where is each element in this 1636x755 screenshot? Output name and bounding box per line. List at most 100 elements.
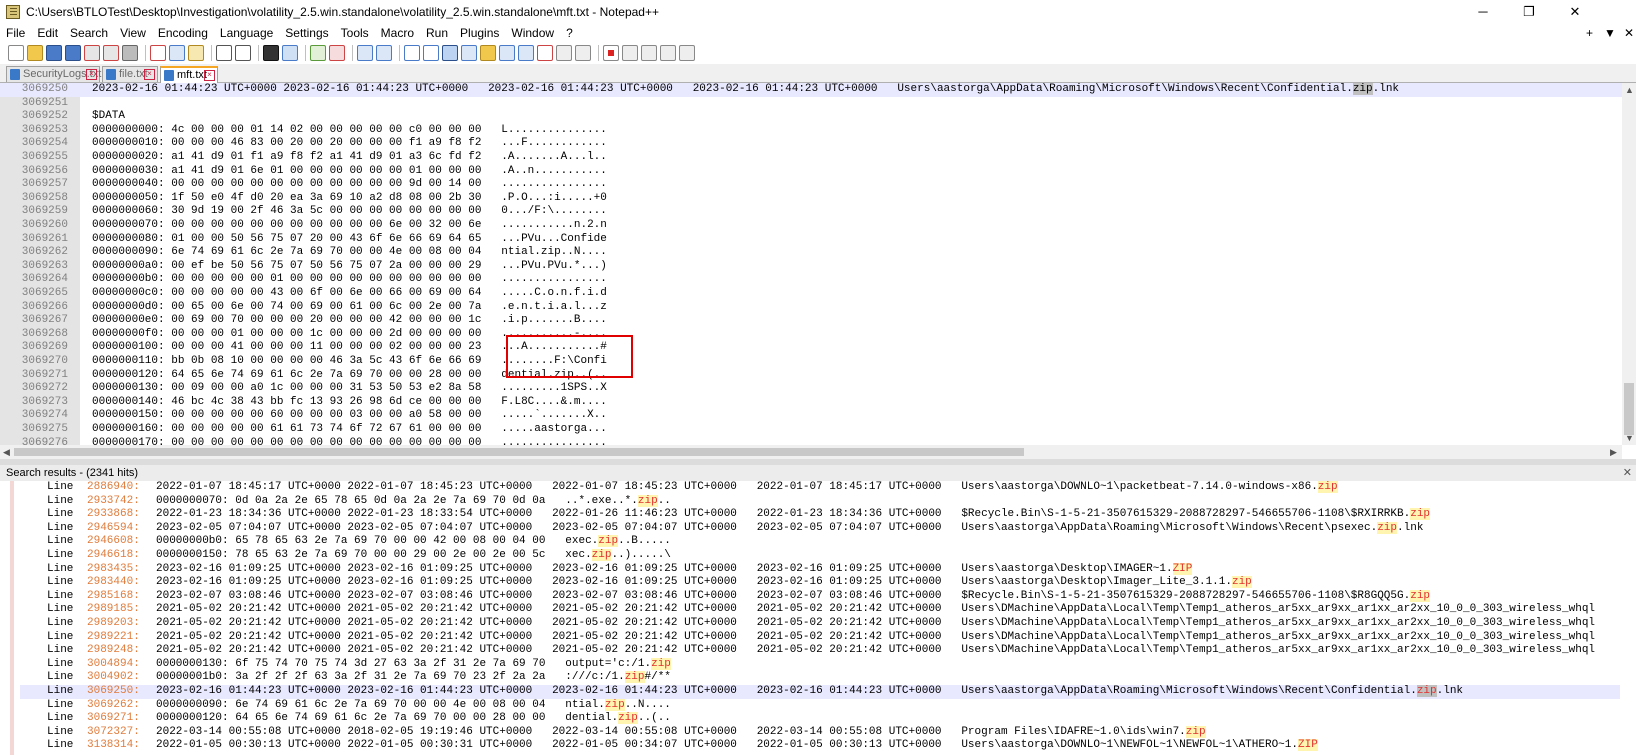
doc-map-icon[interactable] xyxy=(480,45,496,61)
editor-line[interactable]: 3069256 0000000030: a1 41 d9 01 6e 01 00 … xyxy=(0,165,1622,179)
zoom-out-icon[interactable] xyxy=(329,45,345,61)
tab-securitylogs[interactable]: SecurityLogs.txt × xyxy=(6,66,101,82)
editor-line[interactable]: 3069252 $DATA xyxy=(0,110,1622,124)
menu-view[interactable]: View xyxy=(114,26,152,40)
minimize-button[interactable]: ─ xyxy=(1460,0,1506,24)
search-result-row[interactable]: Line 2933742: 0000000070: 0d 0a 2a 2e 65 7… xyxy=(20,494,1620,509)
search-result-row[interactable]: Line 2983435: 2023-02-16 01:09:25 UTC+0000… xyxy=(20,562,1620,577)
editor-line[interactable]: 3069263 00000000a0: 00 ef be 50 56 75 07 … xyxy=(0,260,1622,274)
editor-line[interactable]: 3069264 00000000b0: 00 00 00 00 00 01 00 … xyxy=(0,273,1622,287)
monitoring-icon[interactable] xyxy=(537,45,553,61)
search-result-row[interactable]: Line 3072327: 2022-03-14 00:55:08 UTC+0000… xyxy=(20,725,1620,740)
play-multiple-icon[interactable] xyxy=(660,45,676,61)
editor-line[interactable]: 3069267 00000000e0: 00 69 00 70 00 00 00 … xyxy=(0,314,1622,328)
tab-close-icon[interactable]: × xyxy=(144,69,155,80)
tab-mft[interactable]: mft.txt × xyxy=(160,66,218,83)
new-file-icon[interactable] xyxy=(8,45,24,61)
close-window-button[interactable]: ✕ xyxy=(1552,0,1598,24)
new-tab-button[interactable]: + xyxy=(1586,24,1593,42)
editor-line[interactable]: 3069253 0000000000: 4c 00 00 00 01 14 02 … xyxy=(0,124,1622,138)
preview-icon[interactable] xyxy=(575,45,591,61)
word-wrap-icon[interactable] xyxy=(404,45,420,61)
redo-icon[interactable] xyxy=(235,45,251,61)
editor-line[interactable]: 3069266 00000000d0: 00 65 00 6e 00 74 00 … xyxy=(0,301,1622,315)
search-result-row[interactable]: Line 2886940: 2022-01-07 18:45:17 UTC+0000… xyxy=(20,481,1620,495)
copy-icon[interactable] xyxy=(169,45,185,61)
search-result-row[interactable]: Line 2989248: 2021-05-02 20:21:42 UTC+0000… xyxy=(20,644,1620,658)
editor-line[interactable]: 3069269 0000000100: 00 00 00 41 00 00 00 … xyxy=(0,341,1622,355)
editor-line[interactable]: 3069251 xyxy=(0,97,1622,111)
search-result-row[interactable]: Line 2933868: 2022-01-23 18:34:36 UTC+0000… xyxy=(20,508,1620,522)
zoom-in-icon[interactable] xyxy=(310,45,326,61)
search-results-panel[interactable]: Line 2886940: 2022-01-07 18:45:17 UTC+0000… xyxy=(0,481,1636,755)
close-doc-button[interactable]: ✕ xyxy=(1624,24,1634,42)
menu-search[interactable]: Search xyxy=(64,26,114,40)
scroll-down-icon[interactable]: ▼ xyxy=(1625,433,1634,443)
editor-line[interactable]: 3069273 0000000140: 46 bc 4c 38 43 bb fc … xyxy=(0,396,1622,410)
replace-icon[interactable] xyxy=(282,45,298,61)
scroll-up-icon[interactable]: ▲ xyxy=(1625,85,1634,95)
function-list-icon[interactable] xyxy=(499,45,515,61)
search-result-row[interactable]: Line 3069271: 0000000120: 64 65 6e 74 69 6… xyxy=(20,712,1620,726)
menu-macro[interactable]: Macro xyxy=(375,26,420,40)
search-result-row[interactable]: Line 2985168: 2023-02-07 03:08:46 UTC+0000… xyxy=(20,589,1620,604)
close-icon[interactable] xyxy=(84,45,100,61)
tab-list-button[interactable]: ▼ xyxy=(1604,24,1616,42)
save-all-icon[interactable] xyxy=(65,45,81,61)
editor-line[interactable]: 3069254 0000000010: 00 00 00 46 83 00 20 … xyxy=(0,137,1622,151)
menu-file[interactable]: File xyxy=(0,26,31,40)
paste-icon[interactable] xyxy=(188,45,204,61)
print-icon[interactable] xyxy=(122,45,138,61)
search-result-row[interactable]: Line 2989221: 2021-05-02 20:21:42 UTC+0000… xyxy=(20,631,1620,645)
search-result-row[interactable]: Line 2989185: 2021-05-02 20:21:42 UTC+0000… xyxy=(20,603,1620,617)
search-result-row[interactable]: Line 3004902: 00000001b0: 3a 2f 2f 2f 63 3… xyxy=(20,671,1620,685)
scroll-left-icon[interactable]: ◀ xyxy=(3,447,10,458)
editor-line[interactable]: 3069270 0000000110: bb 0b 08 10 00 00 00 … xyxy=(0,355,1622,369)
find-icon[interactable] xyxy=(263,45,279,61)
search-result-row[interactable]: Line 3069262: 0000000090: 6e 74 69 61 6c 2… xyxy=(20,698,1620,713)
menu-tools[interactable]: Tools xyxy=(335,26,375,40)
folder-as-workspace-icon[interactable] xyxy=(518,45,534,61)
editor-line[interactable]: 3069258 0000000050: 1f 50 e0 4f d0 20 ea … xyxy=(0,192,1622,206)
restore-button[interactable]: ❐ xyxy=(1506,0,1552,24)
editor-line[interactable]: 3069265 00000000c0: 00 00 00 00 00 43 00 … xyxy=(0,287,1622,301)
tab-close-icon[interactable]: × xyxy=(86,69,97,80)
editor-area[interactable]: 3069250 2023-02-16 01:44:23 UTC+0000 2023… xyxy=(0,83,1636,445)
editor-line[interactable]: 3069255 0000000020: a1 41 d9 01 f1 a9 f8 … xyxy=(0,151,1622,165)
indent-guide-icon[interactable] xyxy=(442,45,458,61)
scroll-thumb[interactable] xyxy=(14,448,1024,456)
editor-line[interactable]: 3069250 2023-02-16 01:44:23 UTC+0000 2023… xyxy=(0,83,1622,97)
menu-help[interactable]: ? xyxy=(560,26,579,40)
sync-h-icon[interactable] xyxy=(376,45,392,61)
tab-file[interactable]: file.txt × xyxy=(102,66,158,82)
search-result-row[interactable]: Line 3004894: 0000000130: 6f 75 74 70 75 7… xyxy=(20,657,1620,672)
cut-icon[interactable] xyxy=(150,45,166,61)
record-macro-icon[interactable] xyxy=(603,45,619,61)
search-result-row[interactable]: Line 2983440: 2023-02-16 01:09:25 UTC+0000… xyxy=(20,576,1620,590)
editor-line[interactable]: 3069274 0000000150: 00 00 00 00 00 60 00 … xyxy=(0,409,1622,423)
udl-icon[interactable] xyxy=(461,45,477,61)
editor-line[interactable]: 3069268 00000000f0: 00 00 00 01 00 00 00 … xyxy=(0,328,1622,342)
editor-line[interactable]: 3069260 0000000070: 00 00 00 00 00 00 00 … xyxy=(0,219,1622,233)
editor-line[interactable]: 3069275 0000000160: 00 00 00 00 00 61 61 … xyxy=(0,423,1622,437)
search-result-row[interactable]: Line 3138314: 2022-01-05 00:30:13 UTC+0000… xyxy=(20,739,1620,753)
sync-v-icon[interactable] xyxy=(357,45,373,61)
stop-record-icon[interactable] xyxy=(622,45,638,61)
menu-run[interactable]: Run xyxy=(420,26,454,40)
menu-edit[interactable]: Edit xyxy=(31,26,64,40)
editor-line[interactable]: 3069272 0000000130: 00 09 00 00 a0 1c 00 … xyxy=(0,382,1622,396)
play-macro-icon[interactable] xyxy=(641,45,657,61)
search-results-close-button[interactable]: ✕ xyxy=(1623,465,1632,481)
search-result-row[interactable]: Line 2989203: 2021-05-02 20:21:42 UTC+0000… xyxy=(20,617,1620,631)
search-result-row[interactable]: Line 2946594: 2023-02-05 07:04:07 UTC+0000… xyxy=(20,521,1620,536)
close-all-icon[interactable] xyxy=(103,45,119,61)
save-macro-icon[interactable] xyxy=(679,45,695,61)
editor-line[interactable]: 3069262 0000000090: 6e 74 69 61 6c 2e 7a … xyxy=(0,246,1622,260)
editor-line[interactable]: 3069257 0000000040: 00 00 00 00 00 00 00 … xyxy=(0,178,1622,192)
menu-settings[interactable]: Settings xyxy=(279,26,334,40)
editor-vertical-scrollbar[interactable]: ▲ ▼ xyxy=(1622,83,1636,445)
show-all-icon[interactable] xyxy=(423,45,439,61)
menu-encoding[interactable]: Encoding xyxy=(152,26,214,40)
editor-line[interactable]: 3069259 0000000060: 30 9d 19 00 2f 46 3a … xyxy=(0,205,1622,219)
search-result-row[interactable]: Line 3069250: 2023-02-16 01:44:23 UTC+0000… xyxy=(20,685,1620,699)
